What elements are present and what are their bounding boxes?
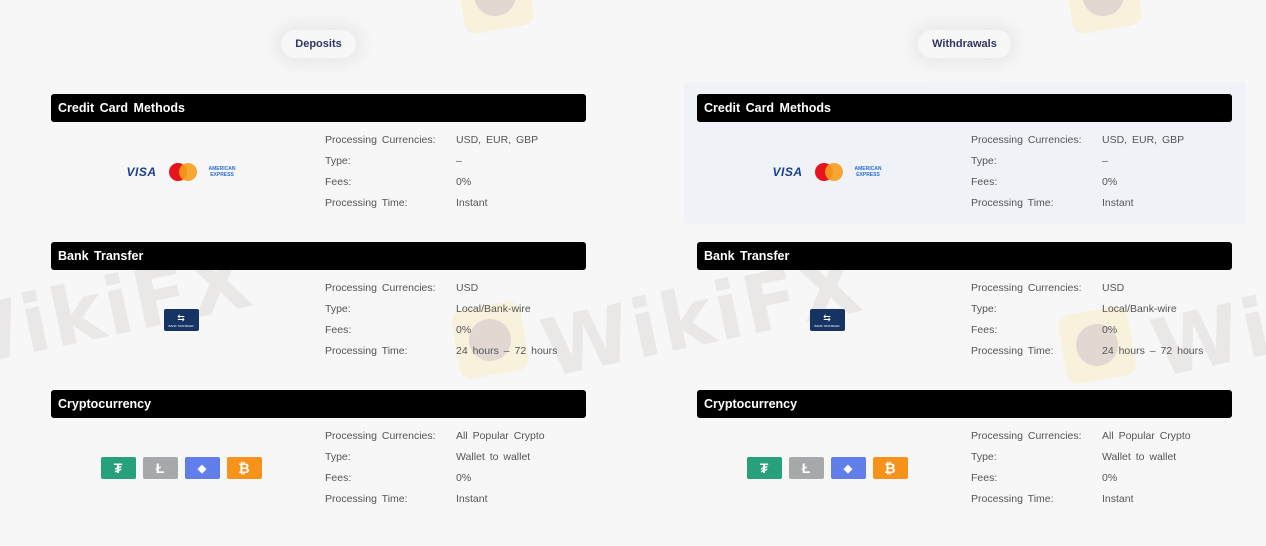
- detail-row: Processing Currencies: USD: [325, 282, 479, 294]
- payment-icons: VISA AMERICAN EXPRESS: [697, 134, 957, 210]
- detail-row: Type: –: [971, 155, 1108, 167]
- visa-icon: VISA: [772, 165, 803, 179]
- detail-rows: Processing Currencies: All Popular Crypto…: [325, 430, 545, 514]
- detail-row: Type: Local/Bank-wire: [971, 303, 1177, 315]
- detail-row: Processing Time: 24 hours – 72 hours: [971, 345, 1204, 357]
- detail-rows: Processing Currencies: All Popular Crypto…: [971, 430, 1191, 514]
- payment-icons: ⇆ BANK TRANSFER: [697, 282, 957, 358]
- bank-transfer-icon: ⇆ BANK TRANSFER: [163, 309, 199, 331]
- section-heading: Cryptocurrency: [51, 390, 586, 418]
- litecoin-icon: Ł: [142, 457, 178, 479]
- section-heading: Bank Transfer: [51, 242, 586, 270]
- amex-icon: AMERICAN EXPRESS: [854, 166, 882, 178]
- bitcoin-icon: ₿: [872, 457, 908, 479]
- detail-row: Type: –: [325, 155, 462, 167]
- detail-rows: Processing Currencies: USD, EUR, GBP Type…: [325, 134, 538, 218]
- detail-row: Fees: 0%: [971, 176, 1118, 188]
- amex-icon: AMERICAN EXPRESS: [208, 166, 236, 178]
- payment-icons: ⇆ BANK TRANSFER: [51, 282, 311, 358]
- detail-row: Fees: 0%: [325, 176, 472, 188]
- detail-row: Processing Time: Instant: [325, 493, 488, 505]
- bitcoin-icon: ₿: [226, 457, 262, 479]
- section-heading: Bank Transfer: [697, 242, 1232, 270]
- withdrawal-credit-card-section: Credit Card Methods VISA AMERICAN EXPRESS…: [697, 94, 1232, 209]
- payment-icons: VISA AMERICAN EXPRESS: [51, 134, 311, 210]
- detail-row: Processing Currencies: USD, EUR, GBP: [325, 134, 539, 146]
- section-heading: Credit Card Methods: [697, 94, 1232, 122]
- withdrawal-bank-transfer-section: Bank Transfer ⇆ BANK TRANSFER Processing …: [697, 242, 1232, 357]
- mastercard-icon: [814, 163, 843, 181]
- watermark-logo-icon: [1062, 0, 1144, 36]
- detail-row: Processing Currencies: All Popular Crypto: [325, 430, 545, 442]
- tether-icon: ₮: [746, 457, 782, 479]
- section-heading: Credit Card Methods: [51, 94, 586, 122]
- detail-row: Fees: 0%: [971, 324, 1118, 336]
- detail-row: Processing Currencies: USD: [971, 282, 1125, 294]
- detail-row: Type: Wallet to wallet: [325, 451, 531, 463]
- detail-row: Processing Currencies: All Popular Crypto: [971, 430, 1191, 442]
- detail-rows: Processing Currencies: USD, EUR, GBP Type…: [971, 134, 1184, 218]
- bank-transfer-icon: ⇆ BANK TRANSFER: [809, 309, 845, 331]
- ethereum-icon: ◆: [184, 457, 220, 479]
- litecoin-icon: Ł: [788, 457, 824, 479]
- visa-icon: VISA: [126, 165, 157, 179]
- watermark-logo-icon: [454, 0, 536, 36]
- detail-row: Processing Currencies: USD, EUR, GBP: [971, 134, 1185, 146]
- detail-rows: Processing Currencies: USD Type: Local/Ban…: [971, 282, 1203, 366]
- detail-row: Processing Time: Instant: [971, 197, 1134, 209]
- payment-icons: ₮ Ł ◆ ₿: [51, 430, 311, 506]
- detail-row: Processing Time: Instant: [971, 493, 1134, 505]
- tether-icon: ₮: [100, 457, 136, 479]
- deposit-crypto-section: Cryptocurrency ₮ Ł ◆ ₿ Processing Curren…: [51, 390, 586, 505]
- section-heading: Cryptocurrency: [697, 390, 1232, 418]
- detail-rows: Processing Currencies: USD Type: Local/Ban…: [325, 282, 557, 366]
- withdrawals-title: Withdrawals: [697, 38, 1232, 50]
- mastercard-icon: [168, 163, 197, 181]
- detail-row: Type: Wallet to wallet: [971, 451, 1177, 463]
- deposits-title: Deposits: [51, 38, 586, 50]
- payment-icons: ₮ Ł ◆ ₿: [697, 430, 957, 506]
- detail-row: Processing Time: Instant: [325, 197, 488, 209]
- ethereum-icon: ◆: [830, 457, 866, 479]
- detail-row: Type: Local/Bank-wire: [325, 303, 531, 315]
- deposit-bank-transfer-section: Bank Transfer ⇆ BANK TRANSFER Processing …: [51, 242, 586, 357]
- detail-row: Fees: 0%: [325, 472, 472, 484]
- deposit-credit-card-section: Credit Card Methods VISA AMERICAN EXPRESS…: [51, 94, 586, 209]
- detail-row: Fees: 0%: [971, 472, 1118, 484]
- detail-row: Processing Time: 24 hours – 72 hours: [325, 345, 558, 357]
- withdrawal-crypto-section: Cryptocurrency ₮ Ł ◆ ₿ Processing Curren…: [697, 390, 1232, 505]
- detail-row: Fees: 0%: [325, 324, 472, 336]
